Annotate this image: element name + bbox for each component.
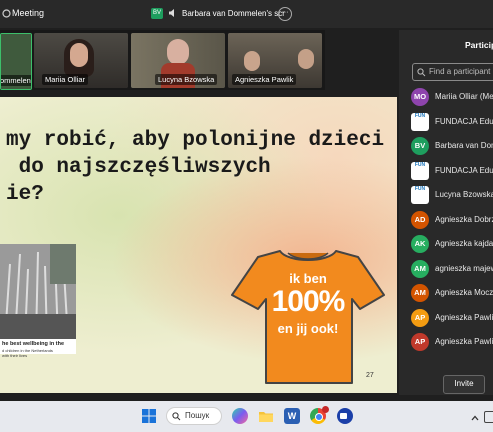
participant-row[interactable]: BV Barbara van Dom [411,137,493,155]
slide-page-number: 27 [366,372,374,379]
participant-row[interactable]: AK Agnieszka kajda [411,235,493,253]
participant-name: Lucyna Bzowska [435,190,493,199]
search-icon [417,67,426,83]
participant-name: Agnieszka Dobrz [435,214,493,224]
fountain-photo [0,244,76,340]
app-logo-icon [2,9,11,20]
notification-badge [322,406,329,413]
avatar: AK [411,235,429,253]
speaker-avatar: BV [151,8,163,19]
participant-row[interactable]: AD Agnieszka Dobrz [411,210,493,229]
avatar: AM [411,259,429,278]
avatar: AD [411,210,429,229]
word-icon[interactable]: W [284,408,300,424]
photo-subcaption: d children in the Netherlands with their… [2,348,53,358]
photo-card: he best wellbeing in the d children in t… [0,244,76,358]
more-options-button[interactable]: ··· [278,7,292,21]
taskbar-search[interactable]: Пошук [166,407,222,425]
shirt-text-line2: 100% [271,285,346,318]
organization-logo-avatar: FUN [411,112,429,131]
taskbar: Пошук W [0,401,493,432]
avatar: AM [411,284,429,302]
participants-panel: Particip Find a participant MO Mariia Oll… [399,30,493,395]
avatar: MO [411,88,429,106]
shared-slide: my robić, aby polonijne dzieci do najszc… [0,97,397,393]
window-title: Meeting [12,8,45,18]
participant-row[interactable]: AM agnieszka majew [411,259,493,278]
video-tile[interactable]: Agnieszka Pawlik [228,33,322,88]
video-tile[interactable]: Mariia Olliar [34,33,128,88]
participant-name: Agnieszka Pawlik [435,312,493,322]
network-icon[interactable] [484,411,493,423]
participant-name: Barbara van Dom [435,141,493,150]
participant-row[interactable]: FUN FUNDACJA EduS [411,161,493,180]
search-icon [172,411,181,427]
organization-logo-avatar: FUN [411,186,429,204]
slide-title: my robić, aby polonijne dzieci do najszc… [6,129,385,206]
title-bar: Meeting BV Barbara van Dommelen's scr ··… [0,0,493,28]
search-placeholder: Find a participant [429,67,491,76]
organization-logo-avatar: FUN [411,161,429,180]
participant-name: Mariia Olliar [42,74,89,85]
shirt-text-line1: ik ben [289,271,327,286]
participant-name: FUNDACJA EduS [435,165,493,175]
windows-start-icon[interactable] [141,408,157,424]
zoom-app-icon[interactable] [337,408,353,424]
participant-name: FUNDACJA EduS [435,116,493,126]
participant-name: Agnieszka Moczu [435,288,493,297]
sharing-label: Barbara van Dommelen's scr [182,9,285,18]
tshirt-graphic: ik ben 100% en jij ook! [228,247,388,387]
shirt-text-line3: en jij ook! [277,321,339,336]
participant-name: agnieszka majew [435,263,493,273]
participant-row[interactable]: MO Mariia Olliar (Me [411,88,493,106]
avatar: AP [411,308,429,327]
participant-row[interactable]: AP Agnieszka Pawlik [411,308,493,327]
chevron-up-icon[interactable] [470,410,480,428]
participant-name: Lucyna Bzowska [155,74,218,85]
participant-search-input[interactable]: Find a participant [412,63,493,81]
invite-button[interactable]: Invite [443,375,485,394]
panel-title: Particip [465,40,493,50]
participant-row[interactable]: AP Agnieszka Pawlin [411,333,493,351]
avatar: AP [411,333,429,351]
participant-name: ommelen [1,75,31,86]
participant-row[interactable]: FUN FUNDACJA EduS [411,112,493,131]
participant-name: Mariia Olliar (Me [435,92,493,101]
video-tile[interactable]: ommelen [0,33,32,90]
participant-name: Agnieszka kajda [435,239,493,248]
participant-name: Agnieszka Pawlik [232,74,297,85]
photo-caption: he best wellbeing in the [2,341,65,347]
avatar: BV [411,137,429,155]
participant-name: Agnieszka Pawlin [435,337,493,346]
copilot-icon[interactable] [232,408,248,424]
participant-row[interactable]: FUN Lucyna Bzowska [411,186,493,204]
speaker-icon [168,8,178,20]
video-gallery: ommelen Mariia Olliar Lucyna Bzowska Agn… [0,30,325,90]
file-explorer-icon[interactable] [258,408,274,424]
taskbar-search-label: Пошук [185,411,210,420]
video-tile[interactable]: Lucyna Bzowska [131,33,225,88]
participant-row[interactable]: AM Agnieszka Moczu [411,284,493,302]
